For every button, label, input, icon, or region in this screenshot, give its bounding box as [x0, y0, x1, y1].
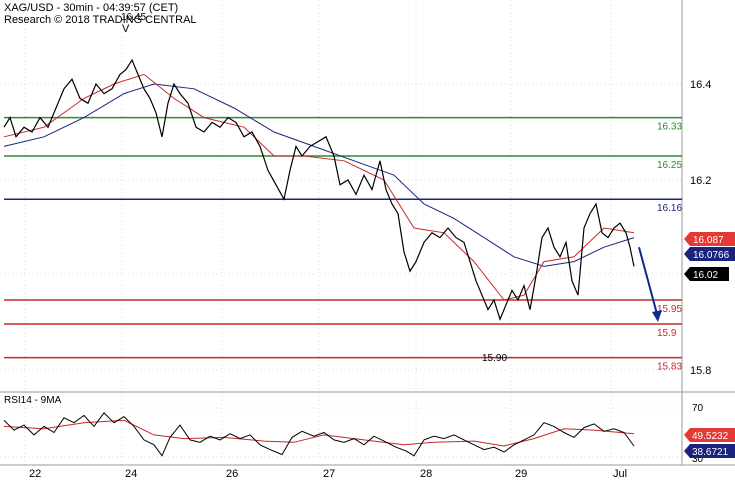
chart-title: XAG/USD - 30min - 04:39:57 (CET) [4, 2, 179, 14]
level-lines: 16.3316.2516.1615.9515.915.83 [4, 116, 682, 373]
price-tag-label: 16.087 [693, 235, 724, 246]
time-axis-labels: 22 24 26 27 28 29 Jul [29, 468, 627, 480]
rsi-label: RSI14 - 9MA [4, 395, 62, 406]
level-label: 16.16 [657, 203, 682, 214]
time-tick-label: 29 [515, 468, 527, 480]
level-label: 16.33 [657, 122, 682, 133]
rsi-tick-label: 70 [692, 403, 704, 414]
time-tick-label: Jul [613, 468, 627, 480]
chart: 16.3316.2516.1615.9515.915.83 16.4 16.2 … [0, 0, 735, 480]
price-tags: 16.087 16.0766 16.02 [684, 232, 735, 281]
rsi-tag-label: 38.6721 [692, 447, 729, 458]
forecast-arrow [638, 246, 658, 315]
time-tick-label: 27 [323, 468, 335, 480]
price-tag-label: 16.02 [693, 270, 718, 281]
price-tag-label: 16.0766 [693, 250, 730, 261]
price-tick-label: 16.2 [690, 175, 711, 187]
time-tick-label: 24 [125, 468, 137, 480]
price-tick-label: 15.8 [690, 365, 711, 377]
level-label: 15.9 [657, 328, 677, 339]
time-tick-label: 28 [420, 468, 432, 480]
level-label: 16.25 [657, 160, 682, 171]
rsi-tags: 49.5232 38.6721 [684, 428, 735, 458]
price-ticks: 16.4 16.2 15.8 [690, 79, 711, 377]
time-tick-label: 26 [226, 468, 238, 480]
price-tick-label: 16.4 [690, 79, 711, 91]
rsi-tag-label: 49.5232 [692, 431, 729, 442]
forecast-arrowhead [652, 310, 662, 322]
rsi-line [3, 412, 635, 457]
day-gridlines [24, 0, 612, 465]
level-label: 15.83 [657, 362, 682, 373]
low-annotation: 15.90 [482, 353, 507, 364]
time-tick-label: 22 [29, 468, 41, 480]
price-gridlines [0, 83, 682, 371]
chart-copyright: Research © 2018 TRADING CENTRAL [4, 14, 197, 26]
ma-slow-line [3, 83, 635, 267]
